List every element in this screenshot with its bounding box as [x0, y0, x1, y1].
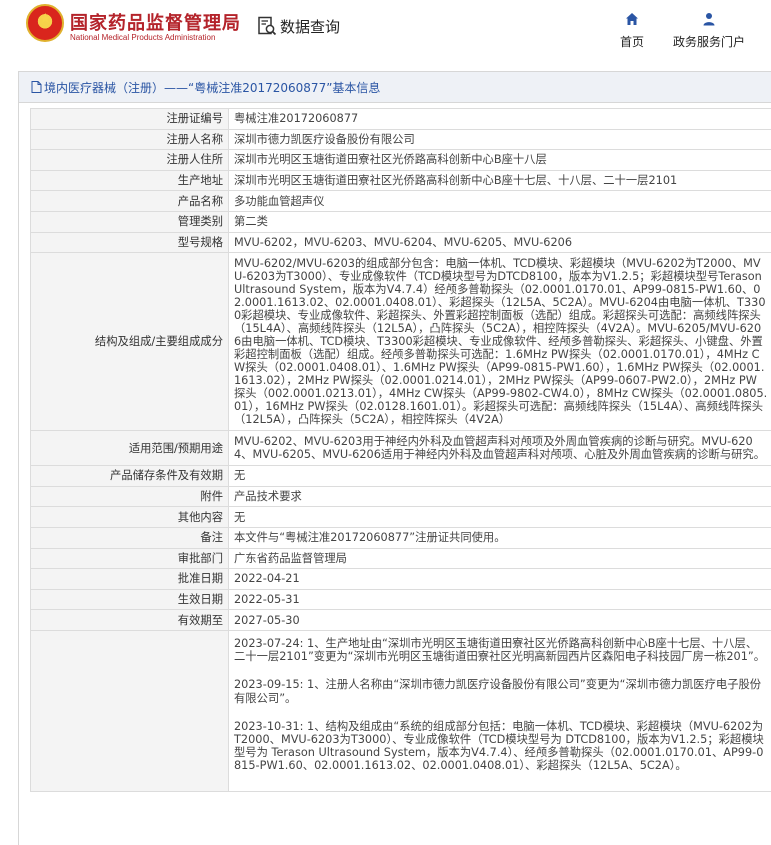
table-row: 附件 产品技术要求: [30, 485, 771, 508]
field-value: 2027-05-30: [228, 609, 771, 631]
table-row: 备注 本文件与“粤械注准20172060877”注册证共同使用。: [30, 526, 771, 549]
field-value: 无: [228, 465, 771, 487]
field-value: MVU-6202/MVU-6203的组成部分包含：电脑一体机、TCD模块、彩超模…: [228, 252, 771, 432]
field-value: 本文件与“粤械注准20172060877”注册证共同使用。: [228, 526, 771, 549]
nav-service-portal[interactable]: 政务服务门户: [670, 10, 748, 50]
table-row: 生产地址 深圳市光明区玉塘街道田寮社区光侨路高科创新中心B座十七层、十八层、二十一…: [30, 169, 771, 192]
table-row: 有效期至 2027-05-30: [30, 609, 771, 631]
table-row: 适用范围/预期用途 MVU-6202、MVU-6203用于神经内外科及血管超声科对…: [30, 430, 771, 467]
brand-name-en: National Medical Products Administration: [70, 33, 216, 42]
field-value: 多功能血管超声仪: [228, 190, 771, 212]
data-query-link[interactable]: 数据查询: [257, 14, 340, 38]
table-row: 结构及组成/主要组成成分 MVU-6202/MVU-6203的组成部分包含：电脑一…: [30, 252, 771, 432]
field-label: 注册人名称: [30, 128, 229, 151]
table-row: 注册证编号 粤械注准20172060877: [30, 108, 771, 130]
field-value: 广东省药品监督管理局: [228, 547, 771, 570]
field-label: 产品储存条件及有效期: [30, 465, 229, 487]
field-label-empty: [30, 629, 229, 792]
change-entry: 2023-09-15: 1、注册人名称由“深圳市德力凯医疗设备股份有限公司”变更…: [234, 678, 762, 705]
nav-home[interactable]: 首页: [617, 10, 647, 50]
table-row-changes: 2023-07-24: 1、生产地址由“深圳市光明区玉塘街道田寮社区光侨路高科创…: [30, 629, 771, 792]
field-label: 产品名称: [30, 190, 229, 212]
field-label: 管理类别: [30, 210, 229, 233]
nav-home-label: 首页: [619, 35, 644, 49]
field-label: 附件: [30, 485, 229, 508]
nav-portal-label: 政务服务门户: [672, 35, 745, 49]
field-value: 2022-04-21: [228, 568, 771, 590]
field-value: 产品技术要求: [228, 485, 771, 508]
table-row: 批准日期 2022-04-21: [30, 568, 771, 590]
field-value: MVU-6202，MVU-6203、MVU-6204、MVU-6205、MVU-…: [228, 231, 771, 254]
field-label: 其他内容: [30, 506, 229, 528]
breadcrumb-text: 境内医疗器械（注册）——“粤械注准20172060877”基本信息: [44, 80, 381, 95]
field-label: 审批部门: [30, 547, 229, 570]
table-row: 型号规格 MVU-6202，MVU-6203、MVU-6204、MVU-6205、…: [30, 231, 771, 254]
field-label: 适用范围/预期用途: [30, 430, 229, 467]
brand-name-cn: 国家药品监督管理局: [70, 13, 241, 34]
table-row: 管理类别 第二类: [30, 210, 771, 233]
registration-info-table: 注册证编号 粤械注准20172060877 注册人名称 深圳市德力凯医疗设备股份有限…: [30, 108, 771, 792]
table-row: 产品名称 多功能血管超声仪: [30, 190, 771, 212]
table-row: 注册人住所 深圳市光明区玉塘街道田寮社区光侨路高科创新中心B座十八层: [30, 149, 771, 171]
field-label: 注册证编号: [30, 108, 229, 130]
field-value: 粤械注准20172060877: [228, 108, 771, 130]
document-icon: [31, 81, 42, 93]
field-label: 批准日期: [30, 568, 229, 590]
user-icon: [703, 13, 715, 26]
table-row: 注册人名称 深圳市德力凯医疗设备股份有限公司: [30, 128, 771, 151]
site-header: ★ 国家药品监督管理局 National Medical Products Ad…: [0, 0, 771, 60]
field-value: 深圳市德力凯医疗设备股份有限公司: [228, 128, 771, 151]
data-query-label: 数据查询: [280, 17, 341, 36]
national-emblem-icon: ★: [26, 4, 64, 42]
field-label: 型号规格: [30, 231, 229, 254]
field-value: 2022-05-31: [228, 588, 771, 611]
table-row: 生效日期 2022-05-31: [30, 588, 771, 611]
change-history: 2023-07-24: 1、生产地址由“深圳市光明区玉塘街道田寮社区光侨路高科创…: [228, 629, 771, 792]
field-label: 生产地址: [30, 169, 229, 192]
table-row: 产品储存条件及有效期无: [30, 465, 771, 487]
field-value: 深圳市光明区玉塘街道田寮社区光侨路高科创新中心B座十七层、十八层、二十一层210…: [228, 169, 771, 192]
change-entry: 2023-10-31: 1、结构及组成由“系统的组成部分包括：电脑一体机、TCD…: [234, 719, 764, 773]
home-icon: [626, 13, 638, 25]
field-value: 深圳市光明区玉塘街道田寮社区光侨路高科创新中心B座十八层: [228, 149, 771, 171]
change-entry: 2023-07-24: 1、生产地址由“深圳市光明区玉塘街道田寮社区光侨路高科创…: [234, 636, 766, 664]
field-label: 生效日期: [30, 588, 229, 611]
table-row: 其他内容无: [30, 506, 771, 528]
table-row: 审批部门 广东省药品监督管理局: [30, 547, 771, 570]
field-label: 结构及组成/主要组成成分: [30, 252, 229, 432]
field-label: 备注: [30, 526, 229, 549]
field-value: MVU-6202、MVU-6203用于神经内外科及血管超声科对颅项及外周血管疾病…: [228, 430, 771, 467]
breadcrumb: 境内医疗器械（注册）——“粤械注准20172060877”基本信息: [19, 72, 771, 103]
field-label: 有效期至: [30, 609, 229, 631]
field-value: 第二类: [228, 210, 771, 233]
field-value: 无: [228, 506, 771, 528]
search-document-icon: [258, 16, 277, 36]
field-label: 注册人住所: [30, 149, 229, 171]
